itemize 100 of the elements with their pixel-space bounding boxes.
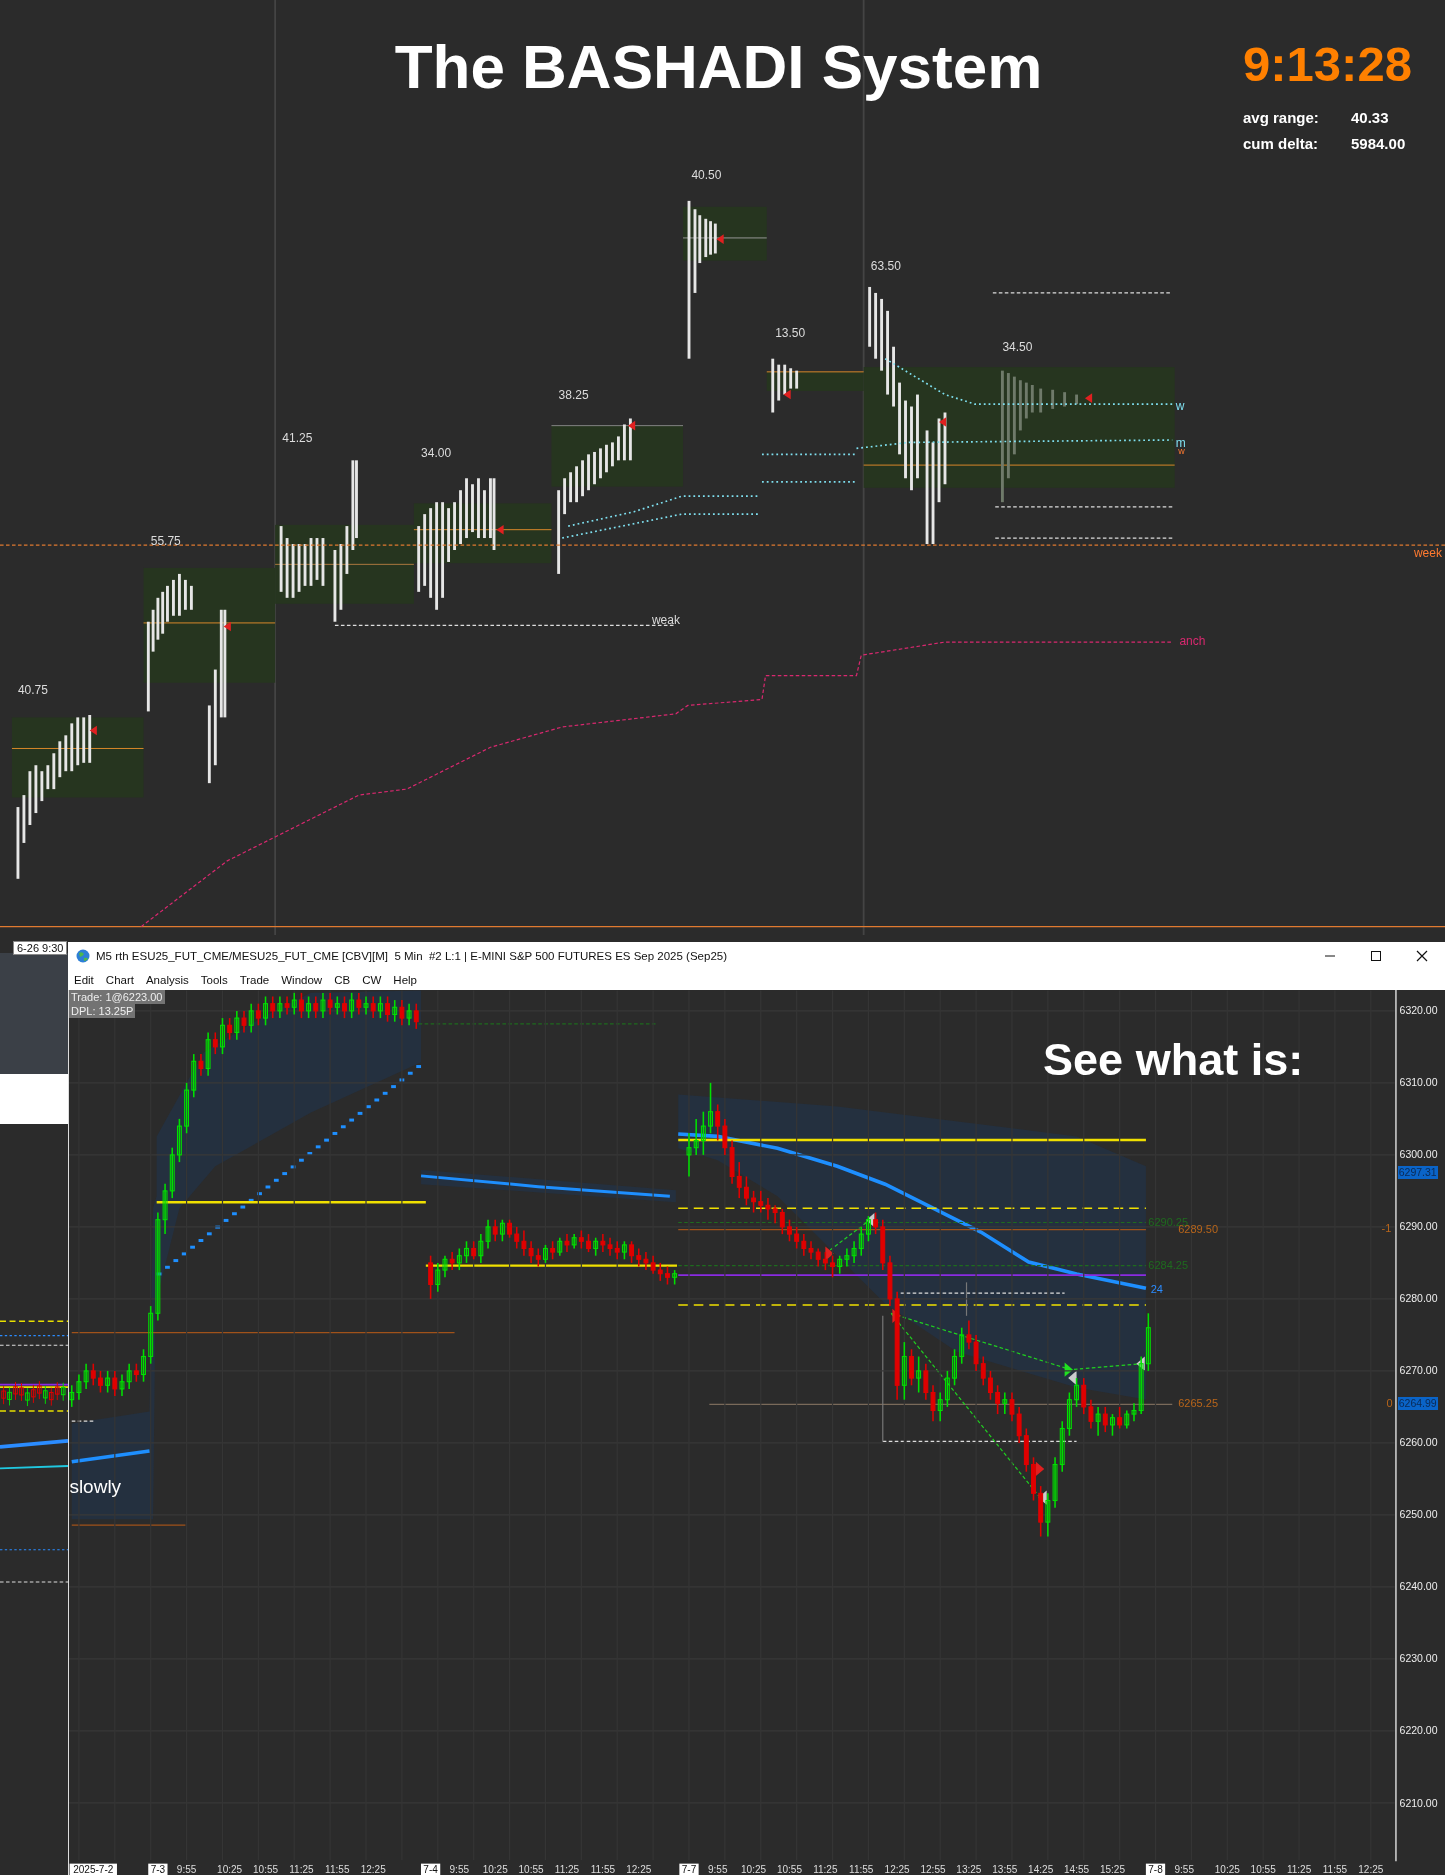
- candlestick: [1045, 1492, 1051, 1538]
- price-axis-label: 6250.00: [1399, 1508, 1438, 1521]
- time-axis-label: 13:25: [956, 1863, 982, 1875]
- candlestick: [593, 1236, 599, 1257]
- time-axis-label: 10:25: [482, 1863, 508, 1875]
- time-axis-label: 11:25: [813, 1863, 838, 1875]
- candlestick: [492, 1218, 498, 1243]
- candlestick: [535, 1247, 541, 1268]
- candlestick: [521, 1229, 527, 1257]
- menu-item[interactable]: Analysis: [145, 974, 189, 986]
- menu-item[interactable]: CB: [334, 974, 351, 986]
- candlestick: [837, 1254, 843, 1275]
- menu-item[interactable]: Window: [281, 974, 323, 986]
- candlestick: [370, 995, 376, 1019]
- candlestick: [248, 1002, 254, 1034]
- candlestick: [743, 1175, 749, 1207]
- time-axis-label: 13:55: [992, 1863, 1018, 1875]
- time-axis-label: 9:55: [176, 1863, 197, 1875]
- candlestick: [464, 1240, 469, 1264]
- close-icon[interactable]: [1416, 950, 1428, 962]
- candlestick: [162, 1182, 168, 1235]
- candlestick: [1059, 1420, 1065, 1473]
- menu-item[interactable]: CW: [362, 974, 382, 986]
- candlestick: [787, 1218, 792, 1243]
- time-axis-label: 10:25: [217, 1863, 243, 1875]
- line-label: week: [1413, 546, 1442, 559]
- menu-item[interactable]: Trade: [239, 974, 270, 986]
- menu-item[interactable]: Help: [393, 974, 417, 986]
- time-axis-label: 11:25: [1286, 1863, 1312, 1875]
- candlestick: [873, 1211, 879, 1235]
- candlestick: [133, 1362, 139, 1383]
- window-panel: [0, 1074, 68, 1124]
- candlestick: [693, 1118, 699, 1156]
- window-title: M5 rth ESU25_FUT_CME/MESU25_FUT_CME [CBV][M] 5 Min #2 L:1 | E-MINI S&P 500 FUTURES ES Sep 2025 (Sep25): [96, 950, 728, 962]
- candlestick: [543, 1244, 548, 1264]
- time-axis-label: 12:25: [1358, 1863, 1384, 1875]
- candlestick: [198, 1053, 204, 1077]
- candlestick: [794, 1226, 800, 1250]
- candlestick: [923, 1362, 929, 1401]
- candlestick: [148, 1305, 154, 1365]
- candlestick: [528, 1240, 534, 1264]
- price-axis-label: 6230.00: [1399, 1652, 1438, 1665]
- range-label: 34.00: [421, 447, 452, 460]
- candlestick: [1009, 1391, 1015, 1423]
- candlestick: [1074, 1377, 1080, 1408]
- candlestick: [830, 1254, 835, 1279]
- candlestick: [227, 1017, 233, 1041]
- time-tab[interactable]: 6-26 9:30: [13, 941, 68, 955]
- time-axis-label: 11:55: [1322, 1863, 1348, 1875]
- range-label: 13.50: [775, 326, 806, 339]
- menu-item[interactable]: Chart: [105, 974, 134, 986]
- level-label: 6265.25: [1178, 1398, 1218, 1410]
- candlestick: [571, 1233, 577, 1250]
- candlestick: [1110, 1413, 1115, 1437]
- candlestick: [557, 1236, 563, 1257]
- candlestick: [320, 992, 326, 1019]
- maximize-icon[interactable]: [1370, 950, 1382, 962]
- candlestick: [1145, 1312, 1151, 1372]
- candlestick: [686, 1132, 692, 1178]
- candlestick: [277, 995, 283, 1019]
- candlestick: [751, 1190, 757, 1214]
- time-axis-label: 10:55: [253, 1863, 279, 1875]
- time-axis-label: 12:25: [360, 1863, 386, 1875]
- candlestick: [1131, 1402, 1137, 1423]
- candlestick: [514, 1226, 520, 1250]
- candlestick: [858, 1226, 864, 1257]
- candlestick: [76, 1373, 82, 1401]
- candlestick: [191, 1053, 197, 1099]
- candlestick: [105, 1370, 111, 1394]
- overlay-caption: slowly: [69, 1477, 122, 1497]
- range-label: 40.75: [17, 684, 48, 697]
- time-axis-label: 10:55: [1250, 1863, 1276, 1875]
- candlestick: [220, 1017, 225, 1055]
- trade-info-label: DPL: 13.25P: [69, 1004, 136, 1018]
- candlestick: [205, 1031, 211, 1077]
- candlestick: [851, 1240, 857, 1264]
- price-axis-label: 6270.00: [1399, 1364, 1438, 1377]
- candlestick: [449, 1251, 455, 1271]
- candlestick: [413, 1002, 419, 1030]
- candlestick: [973, 1334, 979, 1372]
- menu-item[interactable]: Tools: [200, 974, 228, 986]
- menu-item[interactable]: Edit: [74, 974, 94, 986]
- candlestick: [342, 995, 347, 1019]
- candlestick: [636, 1247, 642, 1268]
- line-label: anch: [1179, 635, 1206, 648]
- level-label: 6284.25: [1148, 1259, 1189, 1271]
- candlestick: [629, 1240, 635, 1264]
- candlestick: [765, 1197, 771, 1221]
- candlestick: [507, 1218, 513, 1239]
- triangle-marker: [1035, 1461, 1045, 1477]
- trade-info-label: Trade: 1@6223.00: [69, 990, 165, 1004]
- time-axis-label: 10:25: [1214, 1863, 1240, 1875]
- candlestick: [306, 995, 312, 1019]
- price-axis-label: 6240.00: [1399, 1580, 1438, 1593]
- time-axis-label: 9:55: [449, 1863, 470, 1875]
- stat-value: 40.33: [1351, 109, 1390, 126]
- candlestick: [126, 1362, 132, 1390]
- candlestick: [98, 1370, 103, 1394]
- level-label: 0: [1386, 1398, 1393, 1410]
- candlestick: [313, 995, 319, 1019]
